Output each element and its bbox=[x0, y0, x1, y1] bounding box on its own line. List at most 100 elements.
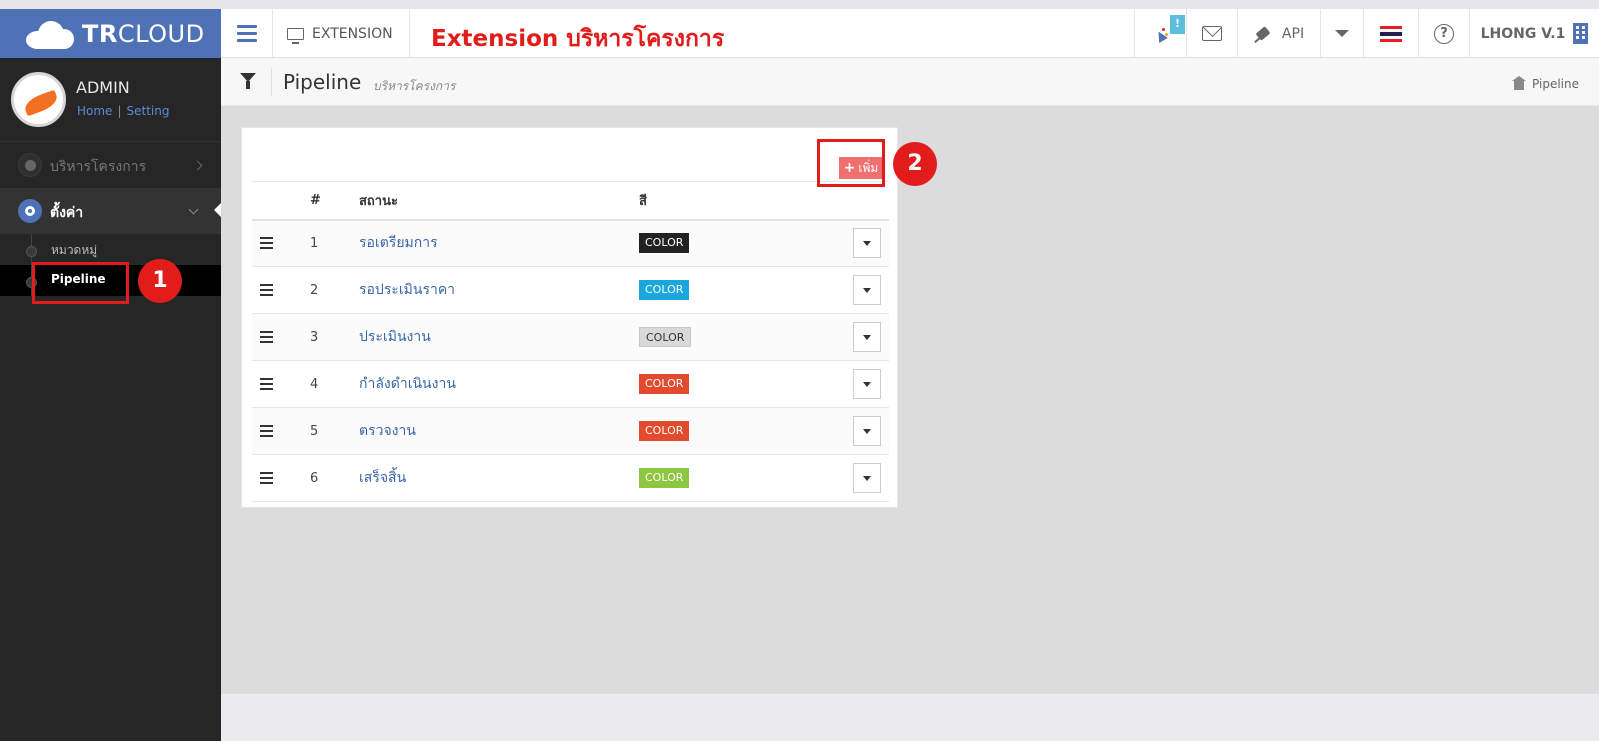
link-separator: | bbox=[117, 104, 122, 118]
row-number: 1 bbox=[310, 219, 359, 267]
cloud-icon bbox=[26, 19, 76, 49]
caret-down-icon bbox=[863, 287, 871, 293]
active-indicator bbox=[214, 203, 221, 217]
sidebar-item-settings[interactable]: ตั้งค่า bbox=[0, 188, 221, 234]
table-row: 5 ตรวจงาน COLOR bbox=[252, 407, 889, 455]
row-action-dropdown[interactable] bbox=[853, 275, 881, 305]
extension-button[interactable]: EXTENSION bbox=[273, 9, 410, 58]
drag-handle[interactable] bbox=[252, 454, 310, 502]
profile: ADMIN Home | Setting bbox=[0, 58, 221, 142]
home-icon[interactable] bbox=[1512, 75, 1527, 90]
drag-handle-icon bbox=[260, 331, 273, 343]
table-header-row: # สถานะ สี bbox=[252, 181, 889, 221]
plug-icon bbox=[1254, 25, 1272, 43]
caret-down-icon bbox=[863, 428, 871, 434]
building-icon bbox=[1573, 23, 1589, 44]
row-actions bbox=[851, 219, 889, 267]
dropdown-button[interactable] bbox=[1320, 9, 1363, 58]
status-link[interactable]: เสร็จสิ้น bbox=[359, 470, 406, 486]
color-tag: COLOR bbox=[639, 468, 690, 488]
row-number: 4 bbox=[310, 360, 359, 408]
sidebar-subitem-category[interactable]: หมวดหมู่ bbox=[0, 234, 221, 265]
color-tag: COLOR bbox=[639, 280, 690, 300]
thai-flag-icon bbox=[1380, 25, 1402, 42]
row-action-dropdown[interactable] bbox=[853, 463, 881, 493]
callout-1: 1 bbox=[138, 259, 182, 303]
status-link[interactable]: รอเตรียมการ bbox=[359, 235, 438, 251]
table-row: 6 เสร็จสิ้น COLOR bbox=[252, 454, 889, 502]
profile-links: Home | Setting bbox=[77, 104, 169, 118]
page-title: Pipeline bbox=[283, 70, 362, 94]
party-icon bbox=[1153, 27, 1168, 43]
header-actions bbox=[851, 181, 889, 221]
caret-down-icon bbox=[863, 240, 871, 246]
language-button[interactable] bbox=[1363, 9, 1418, 58]
status-link[interactable]: รอประเมินราคา bbox=[359, 282, 455, 298]
home-link[interactable]: Home bbox=[77, 104, 112, 118]
logo[interactable]: TRCLOUD bbox=[0, 9, 221, 58]
setting-link[interactable]: Setting bbox=[126, 104, 169, 118]
drag-handle[interactable] bbox=[252, 407, 310, 455]
row-number: 5 bbox=[310, 407, 359, 455]
filter-icon[interactable] bbox=[240, 73, 256, 89]
help-button[interactable]: ? bbox=[1418, 9, 1469, 58]
row-color: COLOR bbox=[639, 360, 851, 408]
row-status: รอเตรียมการ bbox=[359, 219, 639, 267]
drag-handle-icon bbox=[260, 284, 273, 296]
caret-down-icon bbox=[863, 381, 871, 387]
pipeline-panel: + เพิ่ม # สถานะ สี 1 รอเตรียมการ COLOR 2 รอป… bbox=[241, 127, 898, 508]
row-number: 2 bbox=[310, 266, 359, 314]
help-icon: ? bbox=[1434, 23, 1454, 44]
extension-label: EXTENSION bbox=[312, 25, 393, 42]
table-row: 3 ประเมินงาน COLOR bbox=[252, 313, 889, 361]
status-link[interactable]: กำลังดำเนินงาน bbox=[359, 376, 456, 392]
mail-icon bbox=[1202, 26, 1222, 41]
user-menu[interactable]: LHONG V.1 bbox=[1469, 9, 1599, 58]
row-actions bbox=[851, 313, 889, 361]
drag-handle[interactable] bbox=[252, 360, 310, 408]
row-color: COLOR bbox=[639, 407, 851, 455]
status-link[interactable]: ตรวจงาน bbox=[359, 423, 416, 439]
sidebar: ADMIN Home | Setting บริหารโครงการ ตั้งค่า… bbox=[0, 58, 221, 741]
chevron-down-icon bbox=[188, 204, 199, 215]
highlight-box-2 bbox=[817, 139, 885, 187]
row-action-dropdown[interactable] bbox=[853, 228, 881, 259]
monitor-icon bbox=[287, 27, 304, 44]
row-color: COLOR bbox=[639, 266, 851, 314]
row-status: เสร็จสิ้น bbox=[359, 454, 639, 502]
caret-down-icon bbox=[863, 334, 871, 340]
drag-handle[interactable] bbox=[252, 219, 310, 267]
drag-handle[interactable] bbox=[252, 266, 310, 314]
color-tag: COLOR bbox=[639, 327, 692, 347]
content-footer bbox=[221, 694, 1599, 741]
page-bar: Pipeline บริหารโครงการ Pipeline bbox=[221, 58, 1599, 106]
sidebar-item-label: ตั้งค่า bbox=[50, 205, 84, 221]
notification-button[interactable]: ! bbox=[1134, 9, 1186, 58]
avatar[interactable] bbox=[11, 72, 66, 127]
mail-button[interactable] bbox=[1186, 9, 1237, 58]
status-link[interactable]: ประเมินงาน bbox=[359, 329, 431, 345]
page-subtitle: บริหารโครงการ bbox=[373, 79, 456, 93]
row-color: COLOR bbox=[639, 219, 851, 267]
breadcrumb: Pipeline bbox=[1512, 75, 1579, 91]
api-button[interactable]: API bbox=[1237, 9, 1320, 58]
row-action-dropdown[interactable] bbox=[853, 416, 881, 446]
row-color: COLOR bbox=[639, 454, 851, 502]
sidebar-item-project[interactable]: บริหารโครงการ bbox=[0, 142, 221, 188]
drag-handle[interactable] bbox=[252, 313, 310, 361]
top-strip bbox=[0, 0, 1599, 9]
caret-down-icon bbox=[863, 475, 871, 481]
drag-handle-icon bbox=[260, 472, 273, 484]
row-status: รอประเมินราคา bbox=[359, 266, 639, 314]
table-row: 1 รอเตรียมการ COLOR bbox=[252, 219, 889, 267]
row-action-dropdown[interactable] bbox=[853, 369, 881, 399]
caret-down-icon bbox=[1335, 30, 1349, 37]
top-header: TRCLOUD EXTENSION Extension บริหารโครงกา… bbox=[0, 9, 1599, 58]
row-status: ประเมินงาน bbox=[359, 313, 639, 361]
sidebar-item-label: บริหารโครงการ bbox=[50, 159, 147, 175]
header-status: สถานะ bbox=[359, 181, 639, 221]
row-actions bbox=[851, 360, 889, 408]
menu-toggle-button[interactable] bbox=[221, 9, 273, 58]
row-action-dropdown[interactable] bbox=[853, 322, 881, 352]
row-number: 3 bbox=[310, 313, 359, 361]
